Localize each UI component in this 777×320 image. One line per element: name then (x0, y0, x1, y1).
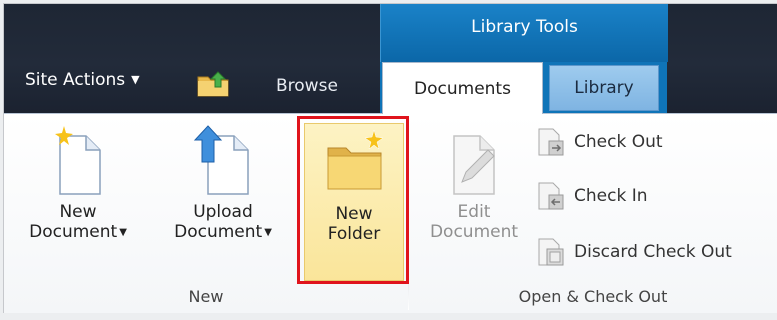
sharepoint-ribbon: Library Tools Site Actions ▼ Browse Docum… (3, 3, 777, 313)
upload-document-icon (193, 125, 249, 195)
tab-documents[interactable]: Documents (382, 62, 543, 114)
upload-document-line1: Upload (193, 202, 253, 222)
discard-check-out-button[interactable]: Discard Check Out (536, 234, 732, 270)
new-document-line1: New (59, 202, 97, 222)
new-folder-highlight-box (297, 116, 409, 284)
check-out-icon (538, 128, 564, 156)
chevron-down-icon: ▼ (264, 227, 272, 238)
upload-document-button[interactable]: Upload Document ▼ (168, 124, 278, 243)
edit-document-icon (453, 135, 495, 195)
edit-document-button[interactable]: Edit Document (422, 124, 526, 242)
edit-document-line1: Edit (457, 202, 491, 222)
check-out-label: Check Out (574, 132, 663, 152)
check-out-button[interactable]: Check Out (536, 124, 663, 160)
check-in-icon (538, 182, 564, 210)
chevron-down-icon: ▼ (119, 227, 127, 238)
check-in-button[interactable]: Check In (536, 178, 648, 214)
new-document-button[interactable]: New Document ▼ (28, 124, 128, 243)
site-actions-menu[interactable]: Site Actions ▼ (25, 70, 140, 90)
group-label-open-check-out: Open & Check Out (518, 287, 668, 306)
navigate-up-icon[interactable] (196, 68, 232, 98)
upload-document-line2: Document (174, 222, 263, 242)
new-document-icon (55, 126, 101, 195)
discard-check-out-icon (538, 238, 564, 266)
tab-browse[interactable]: Browse (276, 76, 338, 96)
site-actions-label: Site Actions (25, 70, 126, 90)
edit-document-line2: Document (429, 222, 519, 242)
group-label-new: New (188, 287, 224, 306)
tab-library[interactable]: Library (549, 65, 659, 111)
check-in-label: Check In (574, 186, 648, 206)
context-group-title: Library Tools (380, 4, 668, 62)
new-document-line2: Document (29, 222, 118, 242)
discard-check-out-label: Discard Check Out (574, 242, 732, 262)
chevron-down-icon: ▼ (131, 73, 140, 86)
